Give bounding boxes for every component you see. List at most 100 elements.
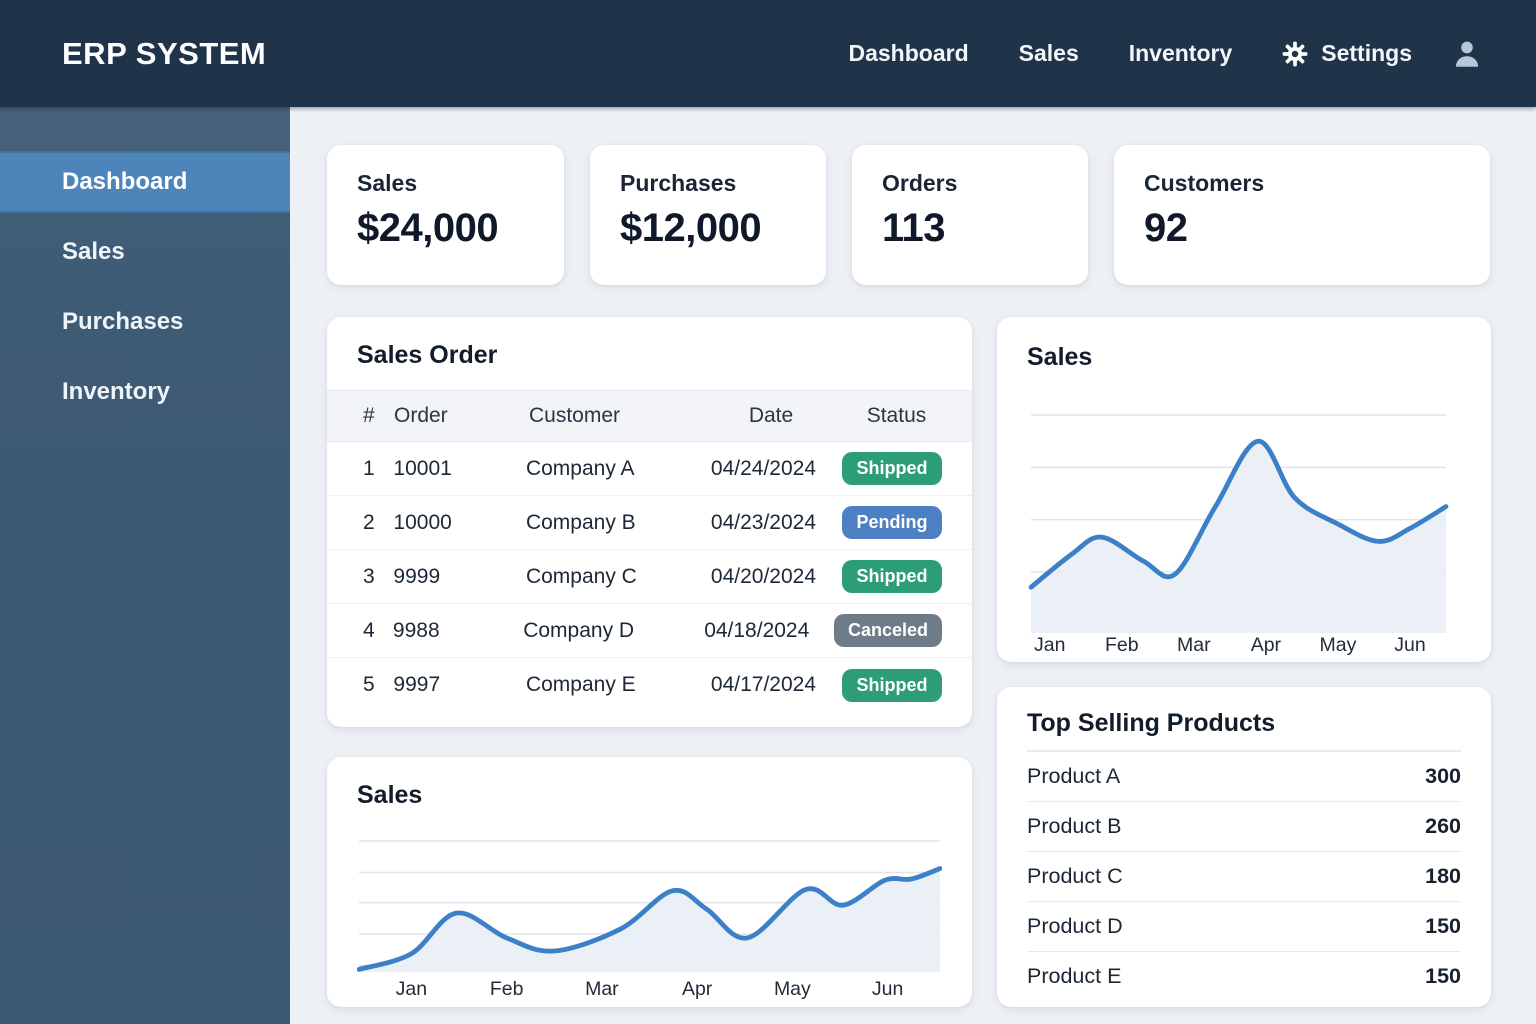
nav-settings[interactable]: Settings [1282, 40, 1412, 67]
nav-sales-label: Sales [1018, 40, 1079, 66]
sales-order-card: Sales Order # Order Customer Date Status… [327, 317, 972, 727]
cell-customer: Company E [525, 673, 636, 696]
stat-value: 113 [882, 206, 946, 250]
sidebar-item-label: Purchases [62, 308, 184, 335]
status-badge: Shipped [842, 560, 942, 593]
product-value: 150 [1425, 913, 1461, 938]
svg-text:Jan: Jan [1034, 634, 1065, 656]
svg-text:May: May [774, 978, 811, 1000]
product-name: Product B [1027, 813, 1122, 838]
svg-text:Feb: Feb [1105, 634, 1139, 656]
product-row[interactable]: Product A 300 [1027, 752, 1461, 802]
top-navbar: ERP SYSTEM Dashboard Sales Inventory Set… [0, 0, 1536, 107]
chart-title: Sales [1027, 343, 1093, 371]
svg-text:Mar: Mar [585, 978, 619, 1000]
svg-text:May: May [1320, 634, 1357, 656]
col-header-status: Status [866, 404, 927, 427]
product-value: 300 [1425, 763, 1461, 788]
stat-label: Orders [882, 170, 958, 196]
nav-settings-label: Settings [1321, 40, 1412, 66]
cell-order: 9999 [393, 564, 441, 588]
stat-label: Sales [357, 170, 418, 196]
sidebar-item-dashboard[interactable]: Dashboard [0, 151, 290, 213]
sidebar: Dashboard Sales Purchases Inventory [0, 107, 290, 1024]
stat-card-orders: Orders 113 [852, 145, 1088, 285]
stat-card-customers: Customers 92 [1114, 145, 1490, 285]
cell-order: 10000 [393, 510, 452, 534]
sidebar-item-label: Sales [62, 238, 125, 265]
nav-inventory[interactable]: Inventory [1129, 40, 1233, 67]
product-row[interactable]: Product B 260 [1027, 802, 1461, 852]
svg-text:Mar: Mar [1177, 634, 1211, 656]
stats-row: Sales $24,000 Purchases $12,000 Orders 1… [327, 145, 1490, 285]
nav-sales[interactable]: Sales [1019, 40, 1079, 67]
table-row[interactable]: 2 10000 Company B 04/23/2024 Pending [327, 496, 972, 550]
svg-text:Jan: Jan [396, 978, 427, 1000]
product-value: 180 [1425, 863, 1461, 888]
cell-customer: Company A [525, 456, 635, 480]
sidebar-item-label: Dashboard [62, 168, 188, 195]
cell-order: 9997 [393, 673, 441, 696]
top-products-card: Top Selling Products Product A 300 Produ… [997, 687, 1491, 1007]
cell-customer: Company B [525, 510, 636, 534]
cell-num: 4 [363, 618, 375, 642]
product-name: Product A [1027, 763, 1121, 788]
top-nav-links: Dashboard Sales Inventory Settings [848, 40, 1412, 67]
cell-num: 3 [363, 564, 375, 588]
sidebar-item-purchases[interactable]: Purchases [0, 291, 290, 353]
status-badge: Pending [842, 506, 942, 539]
sidebar-item-label: Inventory [62, 378, 171, 405]
top-products-title: Top Selling Products [1027, 709, 1276, 737]
product-value: 150 [1425, 964, 1461, 988]
sales-trend-card-bottom: Sales Jan Feb Mar Apr May Jun [327, 757, 972, 1007]
table-row[interactable]: 1 10001 Company A 04/24/2024 Shipped [327, 442, 972, 496]
table-body: 1 10001 Company A 04/24/2024 Shipped 2 1… [327, 442, 972, 712]
status-badge: Shipped [842, 668, 942, 702]
product-name: Product E [1027, 964, 1122, 988]
sales-area-chart-right: Jan Feb Mar Apr May Jun [1028, 414, 1449, 656]
cell-date: 04/20/2024 [710, 564, 817, 588]
col-header-customer: Customer [529, 404, 621, 427]
chart-title: Sales [357, 781, 423, 809]
table-row[interactable]: 5 9997 Company E 04/17/2024 Shipped [327, 658, 972, 712]
top-products-list: Product A 300 Product B 260 Product C 18… [1027, 752, 1461, 1002]
user-avatar-button[interactable] [1450, 37, 1484, 71]
svg-text:Jun: Jun [1394, 634, 1425, 656]
sidebar-item-inventory[interactable]: Inventory [0, 361, 290, 423]
cell-date: 04/24/2024 [710, 456, 817, 480]
cell-date: 04/23/2024 [710, 510, 817, 534]
stat-value: 92 [1144, 206, 1188, 250]
col-header-date: Date [748, 404, 794, 427]
stat-value: $24,000 [357, 206, 499, 250]
product-name: Product D [1027, 913, 1123, 938]
col-header-num: # [363, 404, 375, 427]
sales-area-chart-bottom: Jan Feb Mar Apr May Jun [356, 840, 943, 1000]
erp-dashboard-screen: ERP SYSTEM Dashboard Sales Inventory Set… [0, 0, 1536, 1024]
cell-num: 2 [363, 510, 375, 534]
app-logo: ERP SYSTEM [62, 35, 267, 71]
cell-date: 04/17/2024 [710, 673, 817, 696]
product-row[interactable]: Product E 150 [1027, 952, 1461, 1002]
svg-text:Jun: Jun [872, 978, 903, 1000]
product-row[interactable]: Product D 150 [1027, 902, 1461, 952]
nav-dashboard[interactable]: Dashboard [848, 40, 968, 67]
table-header: # Order Customer Date Status [327, 390, 972, 442]
sidebar-item-sales[interactable]: Sales [0, 221, 290, 283]
main-content: Sales $24,000 Purchases $12,000 Orders 1… [290, 107, 1536, 1024]
product-name: Product C [1027, 863, 1123, 888]
cell-num: 5 [363, 673, 375, 696]
stat-card-sales: Sales $24,000 [327, 145, 564, 285]
cell-order: 9988 [392, 618, 440, 642]
col-header-order: Order [394, 404, 448, 427]
nav-dashboard-label: Dashboard [848, 40, 969, 66]
cell-date: 04/18/2024 [704, 618, 810, 642]
table-row[interactable]: 4 9988 Company D 04/18/2024 Canceled [327, 604, 972, 658]
svg-text:Feb: Feb [490, 978, 524, 1000]
svg-text:Apr: Apr [682, 978, 713, 1000]
sales-order-title: Sales Order [357, 341, 498, 369]
table-row[interactable]: 3 9999 Company C 04/20/2024 Shipped [327, 550, 972, 604]
status-badge: Canceled [833, 614, 942, 647]
user-avatar-icon [1450, 37, 1484, 71]
sidebar-nav: Dashboard Sales Purchases Inventory [0, 107, 290, 423]
product-row[interactable]: Product C 180 [1027, 852, 1461, 902]
